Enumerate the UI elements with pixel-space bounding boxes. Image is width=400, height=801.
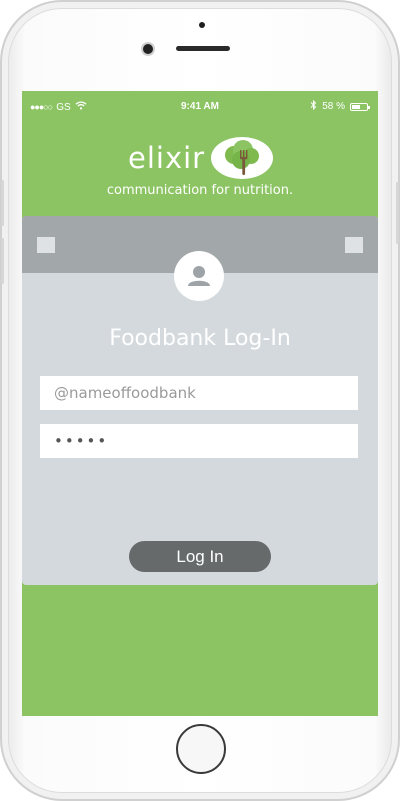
brand-name: elixir — [128, 141, 206, 175]
elixir-logo: elixir — [128, 137, 274, 179]
battery-icon — [350, 102, 370, 111]
username-input[interactable] — [40, 376, 358, 410]
status-bar: ●●●○○ GS 9:41 AM 58 % — [22, 91, 378, 121]
earpiece-speaker — [176, 46, 230, 51]
login-card: Foodbank Log-In Log In — [22, 216, 378, 585]
login-title: Foodbank Log-In — [109, 326, 291, 351]
left-corner-button[interactable] — [37, 237, 55, 253]
app-screen: ●●●○○ GS 9:41 AM 58 % elixir communicati… — [22, 91, 378, 716]
phone-frame: ●●●○○ GS 9:41 AM 58 % elixir communicati… — [0, 0, 400, 801]
front-camera — [143, 44, 153, 54]
tree-fork-icon — [211, 137, 274, 179]
right-corner-button[interactable] — [345, 237, 363, 253]
user-icon — [174, 251, 224, 301]
volume-down-button[interactable] — [1, 238, 4, 284]
login-button[interactable]: Log In — [129, 541, 271, 572]
battery-group: 58 % — [310, 99, 370, 113]
bluetooth-icon — [310, 99, 317, 113]
proximity-sensor — [199, 22, 205, 28]
brand-tagline: communication for nutrition. — [106, 183, 294, 198]
battery-percent: 58 % — [322, 101, 345, 112]
home-button[interactable] — [176, 724, 226, 774]
password-input[interactable] — [40, 424, 358, 458]
volume-up-button[interactable] — [1, 180, 4, 226]
power-button[interactable] — [396, 182, 399, 244]
